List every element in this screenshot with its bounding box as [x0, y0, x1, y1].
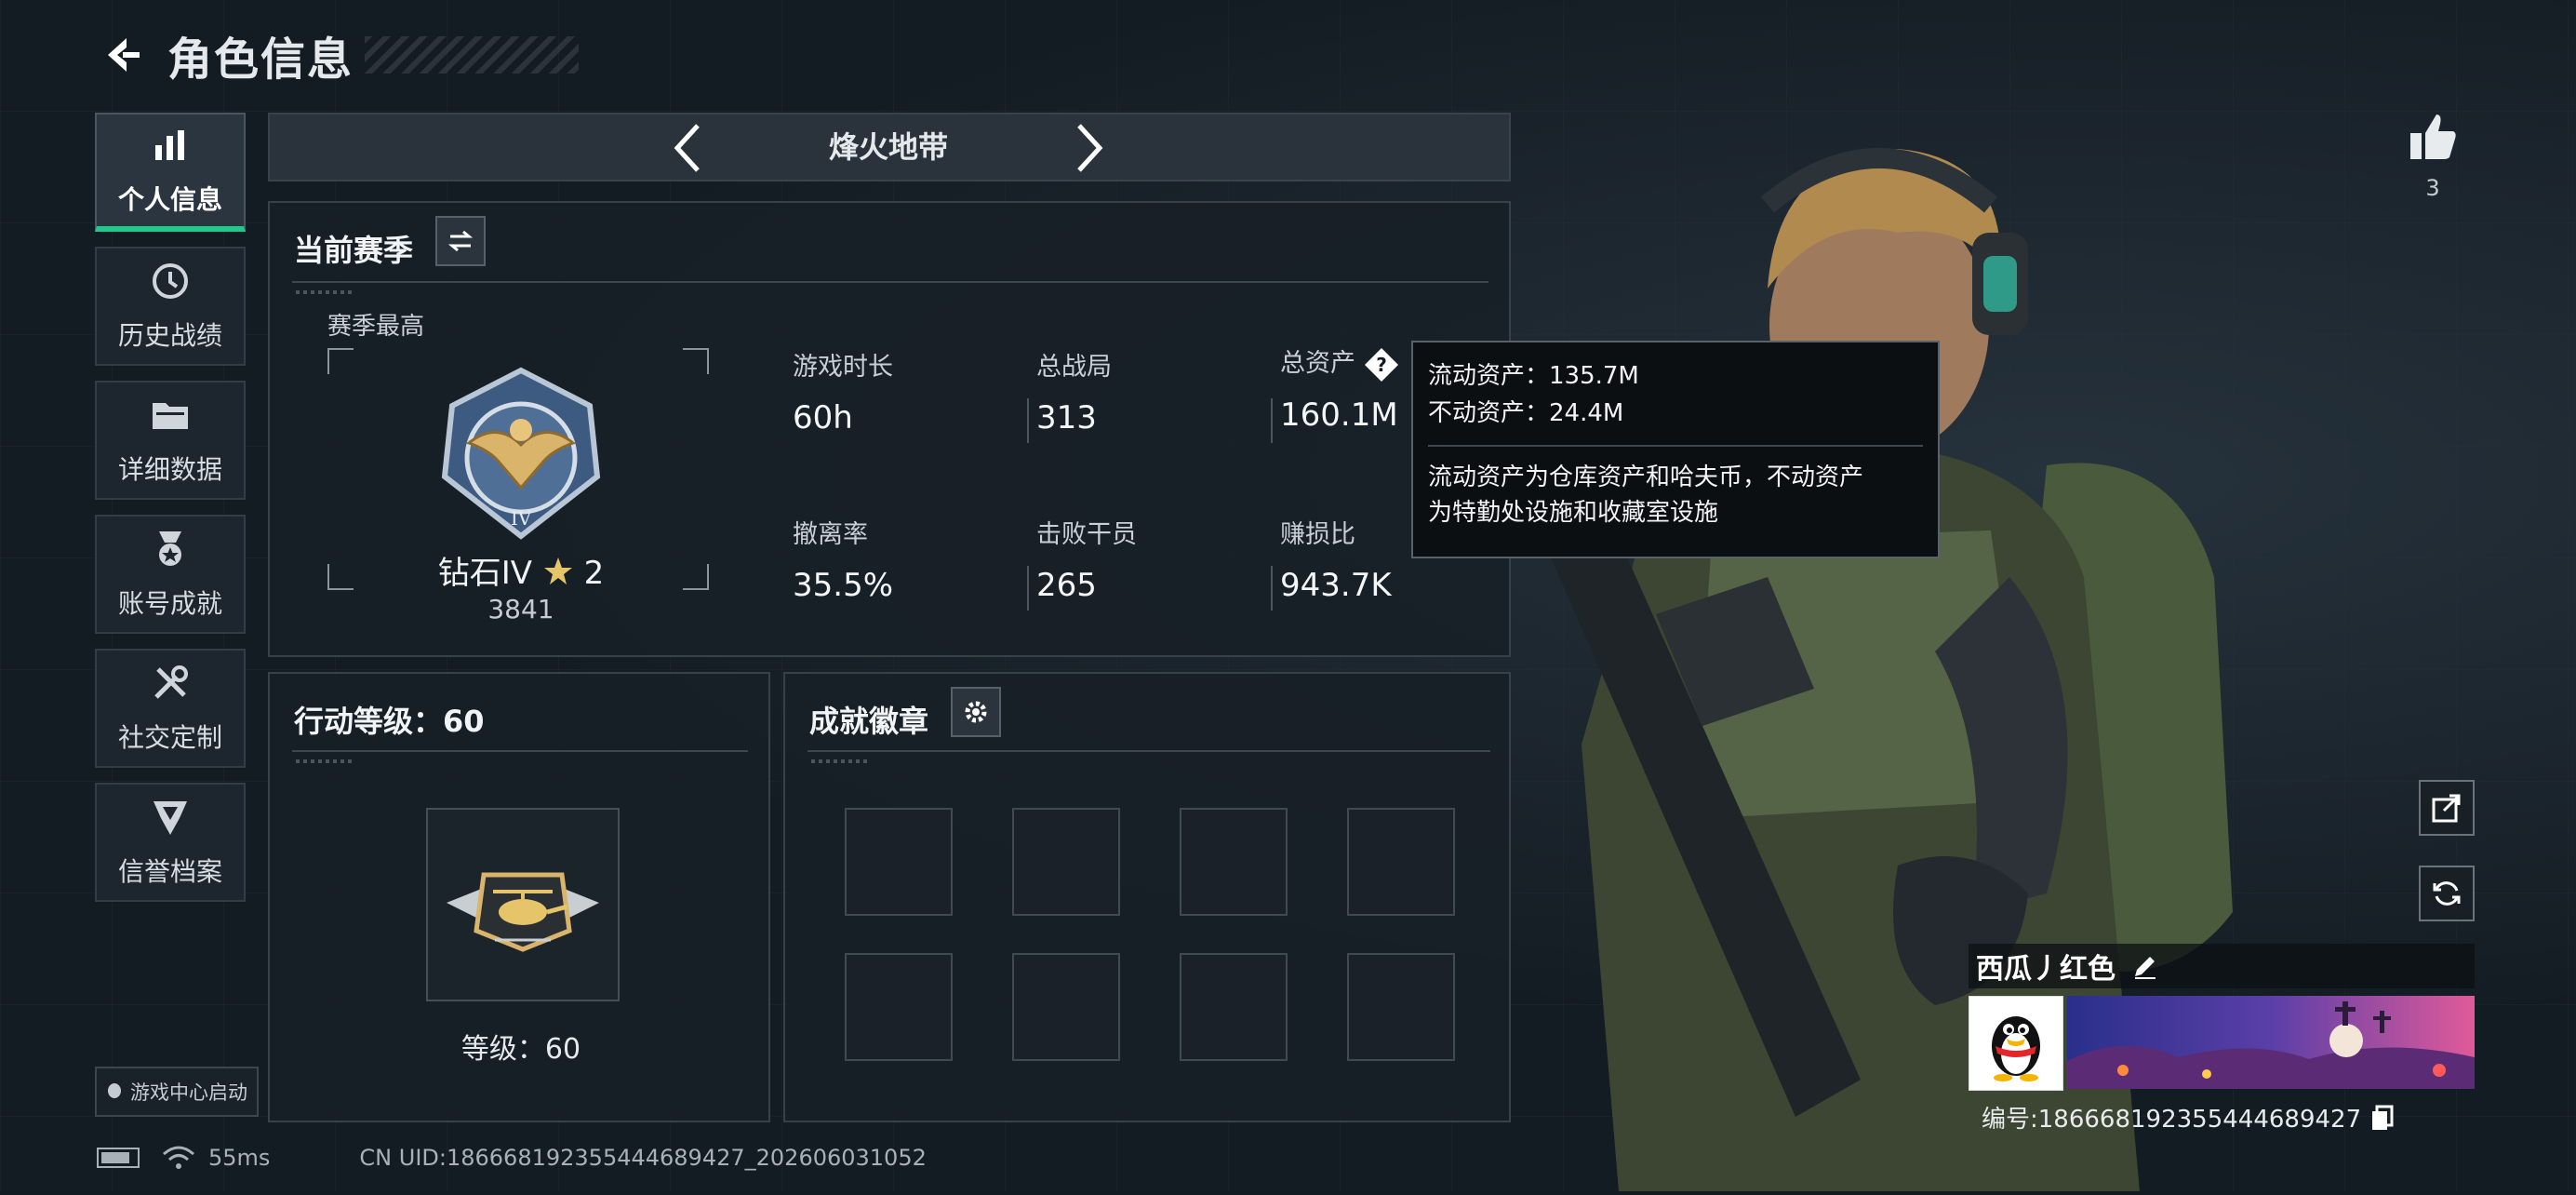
level-title: 行动等级：60: [294, 704, 485, 739]
profile-banner: [2067, 996, 2475, 1089]
stat-separator: [1271, 398, 1273, 443]
stat-kills: 击败干员 265: [1036, 520, 1137, 604]
page-title: 角色信息: [167, 34, 354, 86]
current-season-panel: 当前赛季 赛季最高 IV 钻石IV 2 3841 游戏时长 60h 总战局 31…: [268, 201, 1511, 657]
season-best-label: 赛季最高: [327, 313, 425, 341]
game-center-launch-button[interactable]: 游戏中心启动: [95, 1067, 259, 1117]
battery-icon: [97, 1148, 140, 1168]
stat-playtime: 游戏时长 60h: [793, 353, 893, 436]
thumbs-up-icon: [2410, 114, 2456, 159]
back-arrow-icon[interactable]: [93, 27, 149, 83]
season-switch-button[interactable]: [435, 216, 486, 266]
rank-name: 钻石IV 2: [437, 555, 605, 592]
share-icon: [2432, 794, 2461, 823]
sidebar-item-social[interactable]: 社交定制: [95, 649, 246, 768]
stat-separator: [1027, 398, 1029, 443]
header: 角色信息: [93, 22, 580, 87]
achievements-title: 成就徽章: [809, 704, 929, 739]
profile-card: 西瓜丿红色 编号:186668192355444689427: [1969, 944, 2475, 1135]
sidebar-item-achievements[interactable]: 账号成就: [95, 515, 246, 634]
badge-slot[interactable]: [1180, 953, 1288, 1061]
uid-footer: CN UID:186668192355444689427_20260603105…: [359, 1145, 927, 1171]
stat-profit-loss-ratio: 赚损比 943.7K: [1280, 520, 1392, 604]
rotate-button[interactable]: [2419, 866, 2475, 921]
sidebar-item-history[interactable]: 历史战绩: [95, 247, 246, 366]
status-bar: 55ms CN UID:186668192355444689427_202606…: [97, 1139, 927, 1176]
star-icon: [543, 557, 572, 584]
sidebar-item-label: 社交定制: [117, 722, 222, 753]
sidebar-item-credit[interactable]: 信誉档案: [95, 783, 246, 902]
decoration: [811, 759, 867, 763]
medal-icon: [149, 528, 192, 571]
chevron-left-icon: [674, 124, 700, 172]
season-divider: [292, 281, 1488, 283]
like-count: 3: [2425, 175, 2440, 201]
qq-avatar[interactable]: [1969, 996, 2063, 1091]
game-center-label: 游戏中心启动: [130, 1081, 247, 1104]
badge-slot[interactable]: [845, 808, 953, 916]
level-badge: [426, 808, 620, 1001]
assets-tooltip: 流动资产：135.7M 不动资产：24.4M 流动资产为仓库资产和哈夫币，不动资…: [1411, 341, 1940, 558]
title-decoration: [365, 36, 580, 74]
edit-icon[interactable]: [2129, 949, 2162, 983]
chevron-right-icon: [1077, 124, 1103, 172]
ping-text: 55ms: [208, 1145, 271, 1171]
level-text: 等级：60: [460, 1033, 581, 1066]
mode-prev-button[interactable]: [661, 122, 716, 174]
sidebar-item-label: 历史战绩: [117, 320, 222, 351]
history-icon: [149, 260, 192, 302]
qq-penguin-icon: [1992, 1016, 2040, 1081]
decoration: [296, 290, 352, 294]
like-button[interactable]: [2400, 104, 2465, 169]
profile-card-body: [1969, 996, 2475, 1091]
sidebar-item-label: 个人信息: [117, 184, 222, 215]
badge-slot[interactable]: [1180, 808, 1288, 916]
gear-icon: [965, 701, 987, 723]
sidebar-item-label: 账号成就: [117, 588, 222, 619]
uid-row: 编号:186668192355444689427: [1969, 1100, 2475, 1135]
sidebar-item-label: 信誉档案: [117, 856, 222, 887]
refresh-icon: [2433, 881, 2461, 906]
shield-icon: [149, 796, 192, 839]
mode-name: 烽火地带: [828, 129, 948, 165]
stat-total-matches: 总战局 313: [1036, 353, 1112, 436]
helicopter-badge-icon: [447, 872, 599, 952]
svg-text:IV: IV: [511, 507, 532, 530]
stat-separator: [1027, 566, 1029, 611]
badge-slot[interactable]: [1012, 808, 1120, 916]
tooltip-liquid-assets: 流动资产：135.7M: [1428, 362, 1639, 390]
sidebar: 个人信息 历史战绩 详细数据 账号成就 社交定制 信誉档案: [95, 113, 247, 917]
folder-icon: [149, 394, 192, 436]
qq-icon: [108, 1083, 121, 1098]
sidebar-item-label: 详细数据: [117, 454, 222, 485]
profile-uid: 编号:186668192355444689427: [1982, 1106, 2362, 1134]
level-divider: [292, 750, 748, 752]
sidebar-item-details[interactable]: 详细数据: [95, 381, 246, 500]
stat-separator: [1271, 566, 1273, 611]
swap-icon: [447, 230, 474, 252]
nickname-row: 西瓜丿红色: [1969, 944, 2475, 988]
action-level-panel: 行动等级：60 等级：60: [268, 672, 770, 1122]
achievement-settings-button[interactable]: [951, 687, 1001, 737]
sidebar-item-personal-info[interactable]: 个人信息: [95, 113, 246, 232]
mode-next-button[interactable]: [1061, 122, 1116, 174]
badge-slot[interactable]: [1012, 953, 1120, 1061]
tools-icon: [149, 662, 192, 705]
share-button[interactable]: [2419, 780, 2475, 836]
tooltip-note: 流动资产为仓库资产和哈夫币，不动资产 为特勤处设施和收藏室设施: [1428, 445, 1923, 530]
copy-icon[interactable]: [2369, 1104, 2396, 1132]
badge-slot[interactable]: [845, 953, 953, 1061]
nickname: 西瓜丿红色: [1976, 953, 2116, 986]
stat-extraction-rate: 撤离率 35.5%: [793, 520, 894, 604]
diamond-rank-emblem-icon: IV: [432, 365, 610, 542]
tooltip-fixed-assets: 不动资产：24.4M: [1428, 399, 1624, 427]
decoration: [296, 759, 352, 763]
mode-selector: 烽火地带: [268, 113, 1511, 181]
rank-score: 3841: [487, 594, 554, 624]
bar-chart-icon: [149, 124, 192, 167]
season-title: 当前赛季: [294, 233, 414, 268]
wifi-icon: [163, 1146, 194, 1169]
